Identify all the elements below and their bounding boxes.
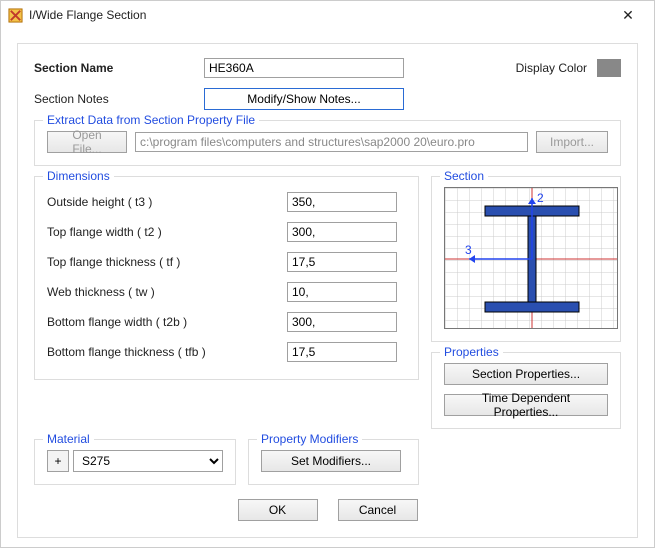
section-fieldset: Section [431,176,621,342]
window-title: I/Wide Flange Section [29,8,608,22]
display-color-swatch[interactable] [597,59,621,77]
add-material-button[interactable]: + [47,450,69,472]
properties-fieldset: Properties Section Properties... Time De… [431,352,621,429]
extract-fieldset: Extract Data from Section Property File … [34,120,621,166]
time-dependent-button[interactable]: Time Dependent Properties... [444,394,608,416]
cancel-button[interactable]: Cancel [338,499,418,521]
file-path-input [135,132,528,152]
dim-input-tf[interactable] [287,252,397,272]
dim-label-t2: Top flange width ( t2 ) [47,225,287,239]
section-notes-row: Section Notes Modify/Show Notes... [34,88,621,110]
modify-show-notes-button[interactable]: Modify/Show Notes... [204,88,404,110]
extract-legend: Extract Data from Section Property File [43,113,259,127]
section-legend: Section [440,169,488,183]
dim-label-t2b: Bottom flange width ( t2b ) [47,315,287,329]
section-name-input[interactable] [204,58,404,78]
section-notes-label: Section Notes [34,92,204,106]
dimensions-legend: Dimensions [43,169,114,183]
main-panel: Section Name Display Color Section Notes… [17,43,638,538]
dimensions-fieldset: Dimensions Outside height ( t3 ) Top fla… [34,176,419,380]
dim-input-t2b[interactable] [287,312,397,332]
modifiers-legend: Property Modifiers [257,432,362,446]
dim-input-t2[interactable] [287,222,397,242]
dim-label-tw: Web thickness ( tw ) [47,285,287,299]
section-properties-button[interactable]: Section Properties... [444,363,608,385]
open-file-button[interactable]: Open File... [47,131,127,153]
section-name-label: Section Name [34,61,204,75]
section-name-row: Section Name Display Color [34,58,621,78]
axis2-label: 2 [537,191,544,205]
import-button[interactable]: Import... [536,131,608,153]
material-fieldset: Material + S275 [34,439,236,485]
modifiers-fieldset: Property Modifiers Set Modifiers... [248,439,419,485]
material-legend: Material [43,432,94,446]
ok-button[interactable]: OK [238,499,318,521]
display-color-label: Display Color [516,61,587,75]
properties-legend: Properties [440,345,503,359]
dim-label-tf: Top flange thickness ( tf ) [47,255,287,269]
material-select[interactable]: S275 [73,450,223,472]
dim-input-tw[interactable] [287,282,397,302]
titlebar: I/Wide Flange Section ✕ [1,1,654,29]
dialog-window: I/Wide Flange Section ✕ Section Name Dis… [0,0,655,548]
app-icon [7,7,23,23]
dim-input-t3[interactable] [287,192,397,212]
dim-input-tfb[interactable] [287,342,397,362]
dim-label-t3: Outside height ( t3 ) [47,195,287,209]
set-modifiers-button[interactable]: Set Modifiers... [261,450,401,472]
axis3-label: 3 [465,243,472,257]
close-button[interactable]: ✕ [608,7,648,24]
dim-label-tfb: Bottom flange thickness ( tfb ) [47,345,287,359]
content-area: Section Name Display Color Section Notes… [1,29,654,548]
dialog-footer: OK Cancel [34,499,621,521]
section-preview: 2 3 [444,187,618,329]
